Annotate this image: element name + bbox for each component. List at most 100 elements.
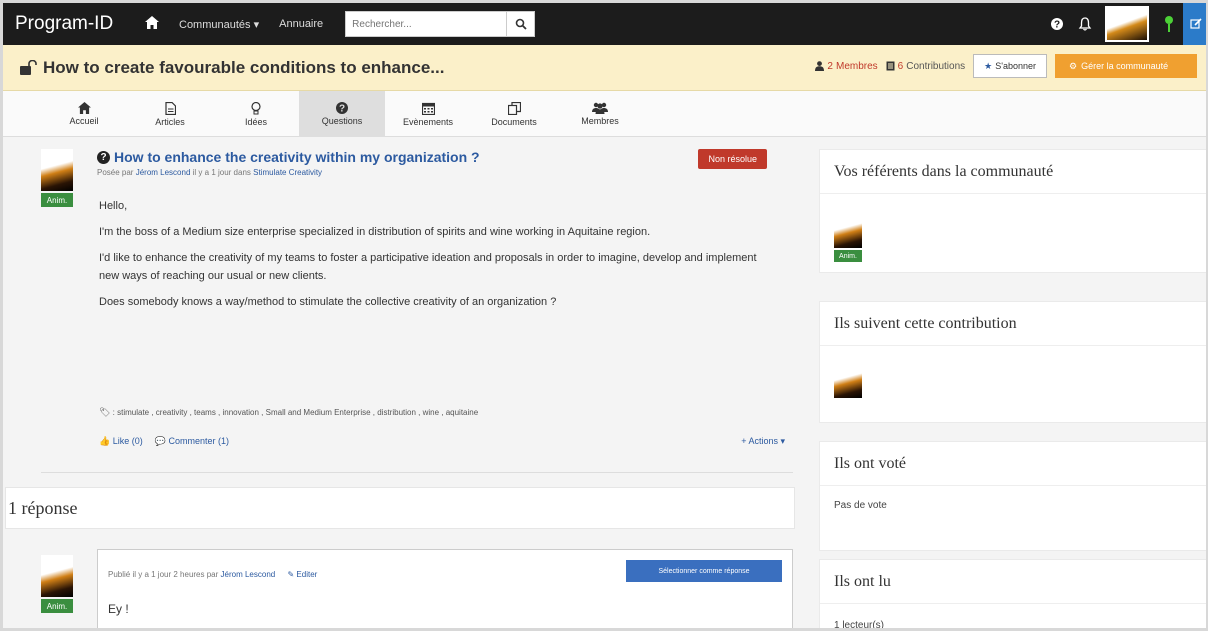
answers-heading: 1 réponse [5, 487, 795, 529]
community-tabs: Accueil Articles Idées ? Questions Evène… [3, 91, 1206, 137]
tab-documents[interactable]: Documents [471, 91, 557, 137]
community-header: How to create favourable conditions to e… [3, 45, 1206, 91]
meta-prefix: Posée par [97, 168, 134, 177]
compose-icon[interactable] [1183, 3, 1206, 45]
comment-label: Commenter (1) [168, 436, 229, 446]
app-window: Program-ID Communautés ▾ Annuaire ? [0, 0, 1208, 631]
calendar-icon [421, 102, 435, 115]
document-icon [886, 61, 895, 71]
user-avatar[interactable] [1105, 6, 1149, 42]
tab-label: Accueil [69, 116, 99, 126]
avatar[interactable] [834, 364, 862, 398]
status-badge: Non résolue [698, 149, 767, 169]
contributions-label: Contributions [906, 60, 966, 72]
tab-label: Membres [581, 116, 619, 126]
manage-community-button[interactable]: ⚙ Gérer la communauté [1055, 54, 1197, 78]
panel-title: Ils ont lu [820, 560, 1206, 604]
brand-logo[interactable]: Program-ID [15, 13, 145, 35]
panel-body: 1 lecteur(s) [834, 620, 885, 631]
file-icon [164, 101, 176, 115]
tags-text[interactable]: : stimulate , creativity , teams , innov… [113, 408, 479, 417]
referents-panel: Vos référents dans la communauté Anim. [819, 149, 1206, 274]
tab-articles[interactable]: Articles [127, 91, 213, 137]
manage-label: Gérer la communauté [1081, 61, 1169, 71]
tab-questions[interactable]: ? Questions [299, 91, 385, 137]
members-label: Membres [835, 60, 878, 72]
unlock-icon [20, 59, 37, 75]
tab-ideas[interactable]: Idées [213, 91, 299, 137]
category-link[interactable]: Stimulate Creativity [253, 168, 322, 177]
question-author: Anim. [41, 149, 73, 207]
subscribe-button[interactable]: ★ S'abonner [973, 54, 1047, 78]
svg-text:?: ? [1054, 20, 1060, 31]
bell-icon[interactable] [1071, 3, 1099, 45]
help-icon[interactable]: ? [1043, 3, 1071, 45]
paragraph: I'd like to enhance the creativity of my… [99, 252, 757, 282]
votes-panel: Ils ont voté Pas de vote [819, 441, 1206, 551]
members-count: 2 [827, 60, 833, 72]
search-input[interactable] [346, 12, 507, 36]
role-badge: Anim. [834, 250, 862, 262]
tab-label: Articles [155, 116, 185, 127]
lightbulb-icon [251, 101, 261, 114]
tab-label: Documents [491, 116, 537, 127]
contributions-count: 6 [897, 60, 904, 72]
author-link[interactable]: Jérom Lescond [136, 168, 191, 177]
star-icon: ★ [984, 60, 993, 71]
panel-title: Ils suivent cette contribution [820, 302, 1206, 346]
edit-label: Editer [296, 570, 318, 579]
members-stat[interactable]: 2 Membres [815, 60, 878, 72]
answer-text: Ey ! [108, 602, 129, 616]
home-icon[interactable] [145, 16, 179, 32]
paragraph: Hello, [99, 200, 128, 212]
comment-button[interactable]: 💬 Commenter (1) [155, 436, 229, 447]
nav-communities[interactable]: Communautés ▾ [179, 18, 259, 31]
nav-directory[interactable]: Annuaire [279, 18, 323, 30]
tab-members[interactable]: Membres [557, 91, 643, 137]
tab-events[interactable]: Evènements [385, 91, 471, 137]
panel-body [820, 346, 1206, 410]
like-button[interactable]: 👍 Like (0) [99, 436, 143, 447]
question-title[interactable]: ? How to enhance the creativity within m… [97, 149, 787, 165]
followers-panel: Ils suivent cette contribution [819, 301, 1206, 423]
avatar[interactable] [41, 555, 73, 597]
copy-icon [507, 101, 521, 115]
panel-body: Anim. [820, 194, 1206, 274]
tags-icon: 🏷 [99, 407, 111, 417]
search-icon [515, 18, 527, 30]
tab-home[interactable]: Accueil [41, 91, 127, 137]
question-title-text: How to enhance the creativity within my … [114, 149, 480, 165]
avatar[interactable] [41, 149, 73, 191]
community-actions: 2 Membres 6 Contributions ★ S'abonner ⚙ … [815, 54, 1197, 78]
meta-prefix: Publié il y a 1 jour 2 heures par [108, 570, 219, 579]
search-button[interactable] [506, 12, 534, 36]
question-header: ? How to enhance the creativity within m… [97, 149, 787, 177]
svg-text:?: ? [339, 104, 345, 115]
answer-meta: Publié il y a 1 jour 2 heures par Jérom … [108, 570, 317, 579]
paragraph: I'm the boss of a Medium size enterprise… [99, 226, 651, 238]
like-label: Like (0) [112, 436, 143, 446]
top-navbar: Program-ID Communautés ▾ Annuaire ? [3, 3, 1206, 45]
users-icon [592, 102, 608, 114]
select-answer-button[interactable]: Sélectionner comme réponse [626, 560, 782, 582]
community-title: How to create favourable conditions to e… [19, 58, 444, 78]
question-actions: 👍 Like (0) 💬 Commenter (1) + Actions ▾ [99, 436, 785, 447]
search-box [345, 11, 536, 37]
main-content: Anim. ? How to enhance the creativity wi… [5, 149, 795, 628]
actions-dropdown[interactable]: + Actions ▾ [741, 436, 785, 447]
avatar[interactable] [834, 214, 862, 248]
contributions-stat[interactable]: 6 Contributions [886, 61, 965, 72]
tab-label: Questions [321, 116, 363, 126]
user-icon [815, 61, 825, 71]
panel-body: Pas de vote [834, 500, 887, 511]
panel-title: Ils ont voté [820, 442, 1206, 486]
author-link[interactable]: Jérom Lescond [221, 570, 276, 579]
role-badge: Anim. [41, 193, 73, 207]
community-title-text: How to create favourable conditions to e… [43, 57, 445, 77]
tag-list: 🏷 : stimulate , creativity , teams , inn… [99, 407, 478, 418]
readers-panel: Ils ont lu 1 lecteur(s) [819, 559, 1206, 631]
answer-author: Anim. [41, 555, 73, 613]
gear-icon: ⚙ [1069, 60, 1078, 71]
online-status-icon[interactable] [1155, 3, 1183, 45]
edit-link[interactable]: ✎ Editer [287, 570, 317, 579]
